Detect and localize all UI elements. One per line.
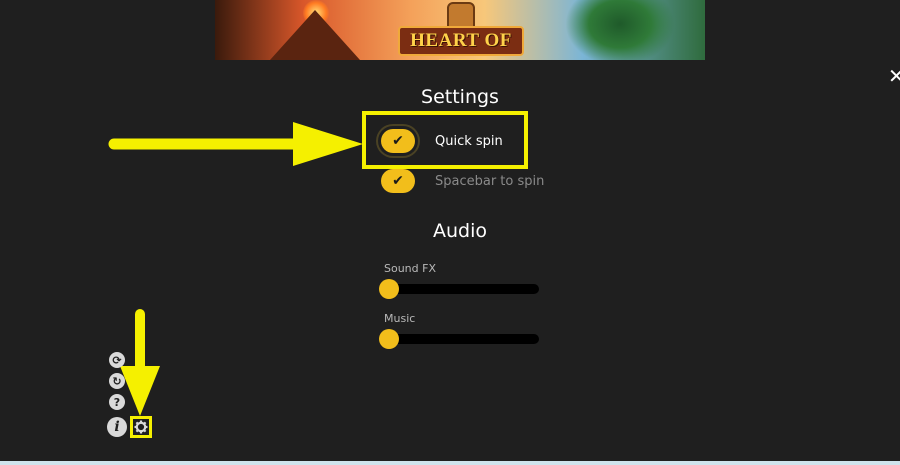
sound-fx-slider-track[interactable] bbox=[384, 284, 539, 294]
gear-icon[interactable] bbox=[134, 420, 148, 434]
replay-icon[interactable]: ↻ bbox=[109, 373, 125, 389]
autoplay-icon[interactable]: ⟳ bbox=[109, 352, 125, 368]
settings-highlight-box bbox=[130, 416, 152, 438]
music-slider-thumb[interactable] bbox=[379, 329, 399, 349]
check-icon: ✔ bbox=[392, 173, 404, 189]
quick-spin-highlight-box bbox=[362, 111, 528, 169]
spacebar-to-spin-option[interactable]: ✔ Spacebar to spin bbox=[381, 169, 544, 193]
volcano-graphic bbox=[270, 10, 360, 60]
game-banner: HEART OF TIKI bbox=[215, 0, 705, 60]
music-slider-track[interactable] bbox=[384, 334, 539, 344]
tiki-mask-graphic bbox=[447, 2, 475, 28]
bottom-edge-bar bbox=[0, 461, 900, 465]
info-icon[interactable]: i bbox=[107, 417, 127, 437]
help-icon[interactable]: ? bbox=[109, 394, 125, 410]
game-logo: HEART OF TIKI bbox=[398, 26, 524, 60]
right-arrow-annotation bbox=[108, 122, 363, 166]
palm-tree-graphic bbox=[565, 0, 675, 60]
sound-fx-slider-thumb[interactable] bbox=[379, 279, 399, 299]
audio-heading: Audio bbox=[432, 220, 487, 242]
music-label: Music bbox=[384, 312, 416, 325]
spacebar-to-spin-checkbox[interactable]: ✔ bbox=[381, 169, 415, 193]
close-icon[interactable]: ✕ bbox=[888, 64, 900, 88]
spacebar-to-spin-label: Spacebar to spin bbox=[435, 173, 545, 189]
settings-heading: Settings bbox=[421, 86, 499, 108]
sound-fx-label: Sound FX bbox=[384, 262, 436, 275]
